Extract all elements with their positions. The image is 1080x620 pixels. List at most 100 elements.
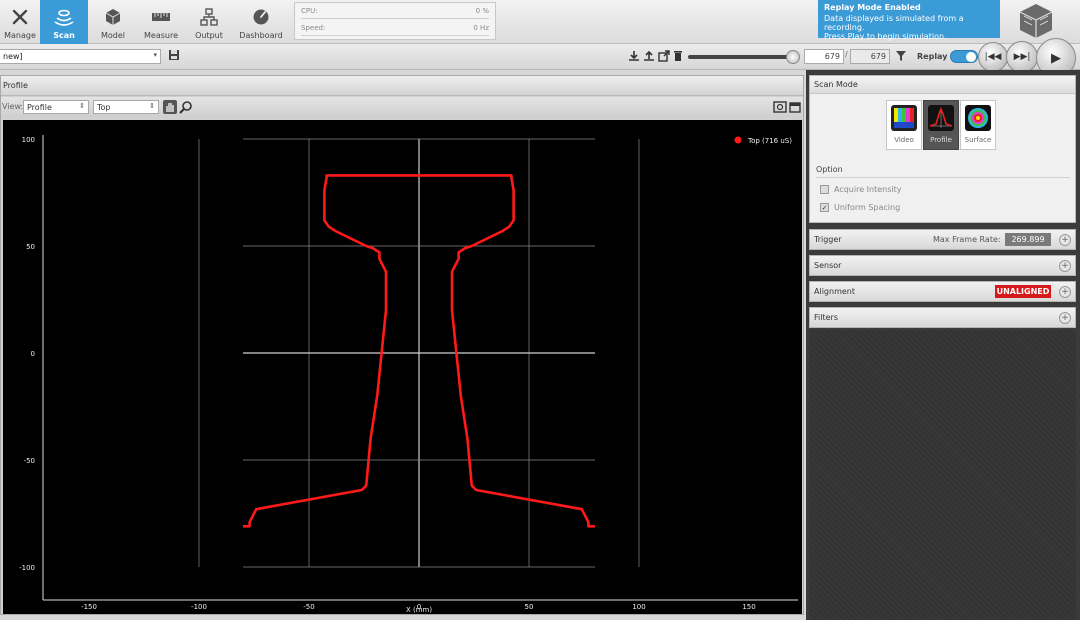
scan-mode-title: Scan Mode xyxy=(814,80,858,89)
surface-mode-icon xyxy=(965,105,991,131)
expand-icon[interactable]: + xyxy=(1059,260,1071,272)
replay-notice-line2: Press Play to begin simulation. xyxy=(824,32,947,41)
frame-slider[interactable] xyxy=(688,55,796,59)
filters-section[interactable]: Filters + xyxy=(809,307,1076,328)
acquire-intensity-label: Acquire Intensity xyxy=(834,185,902,194)
frame-separator: / xyxy=(845,50,848,59)
trigger-title: Trigger xyxy=(814,235,842,244)
alignment-status-badge: UNALIGNED xyxy=(995,285,1051,298)
scan-mode-header: Scan Mode xyxy=(810,76,1075,94)
frame-total: 679 xyxy=(850,49,890,64)
x-tick-label: 150 xyxy=(742,603,755,611)
nav-label: Dashboard xyxy=(239,31,283,40)
upload-icon[interactable] xyxy=(643,50,655,62)
delete-icon[interactable] xyxy=(672,50,684,62)
expand-icon[interactable]: + xyxy=(1059,312,1071,324)
view-label: View: xyxy=(2,102,24,111)
scan-icon xyxy=(53,7,75,27)
frame-current-input[interactable]: 679 xyxy=(804,49,844,64)
zoom-icon[interactable] xyxy=(179,100,193,114)
x-tick-label: 50 xyxy=(525,603,534,611)
nav-scan[interactable]: Scan xyxy=(40,0,88,44)
profile-panel-header: Profile xyxy=(1,76,803,96)
play-icon: ▶ xyxy=(1051,50,1061,66)
expand-icon[interactable]: + xyxy=(1059,286,1071,298)
y-tick-label: 0 xyxy=(31,350,35,358)
alignment-section[interactable]: Alignment UNALIGNED + xyxy=(809,281,1076,302)
replay-toggle[interactable] xyxy=(950,50,978,63)
x-tick-label: -100 xyxy=(191,603,207,611)
filters-title: Filters xyxy=(814,313,838,322)
scan-mode-section: Scan Mode Video Profile Surface Option A… xyxy=(809,75,1076,223)
filter-icon[interactable] xyxy=(895,50,907,62)
step-back-icon: |◀◀ xyxy=(984,52,1002,62)
nav-model[interactable]: Model xyxy=(90,0,136,44)
mode-surface-button[interactable]: Surface xyxy=(960,100,996,150)
max-frame-rate-label: Max Frame Rate: xyxy=(933,235,1001,244)
main-toolbar: Manage Scan Model Measure Output Dashboa… xyxy=(0,0,1080,44)
acquire-intensity-checkbox[interactable] xyxy=(820,185,829,194)
nav-label: Scan xyxy=(53,31,75,40)
y-tick-label: -50 xyxy=(24,457,35,465)
export-icon[interactable] xyxy=(658,50,670,62)
video-mode-icon xyxy=(891,105,917,131)
app-logo xyxy=(1014,2,1058,40)
step-back-button[interactable]: |◀◀ xyxy=(978,42,1008,72)
replay-notice-title: Replay Mode Enabled xyxy=(824,3,921,12)
dropdown-arrow-icon: ▾ xyxy=(153,51,157,59)
alignment-title: Alignment xyxy=(814,287,855,296)
select-arrows-icon: ⇕ xyxy=(79,102,85,110)
nav-manage[interactable]: Manage xyxy=(0,0,40,44)
mode-profile-button[interactable]: Profile xyxy=(923,100,959,150)
source-select[interactable]: Top ⇕ xyxy=(93,100,159,114)
uniform-spacing-option[interactable]: ✓ Uniform Spacing xyxy=(820,203,900,212)
nav-label: Measure xyxy=(144,31,178,40)
trigger-section[interactable]: Trigger Max Frame Rate: 269.899 + xyxy=(809,229,1076,250)
mode-surface-label: Surface xyxy=(964,136,992,144)
download-icon[interactable] xyxy=(628,50,640,62)
profile-panel: Profile View: Profile ⇕ Top ⇕ 100 50 0 -50 -… xyxy=(0,75,804,615)
x-axis-label: X (mm) xyxy=(406,606,432,614)
max-frame-rate-value: 269.899 xyxy=(1005,233,1051,246)
view-select-value: Profile xyxy=(27,103,52,112)
source-select-value: Top xyxy=(97,103,111,112)
x-tick-label: 100 xyxy=(632,603,645,611)
window-icon[interactable] xyxy=(789,100,801,114)
expand-icon[interactable]: + xyxy=(1059,234,1071,246)
pan-icon[interactable] xyxy=(163,100,177,114)
mode-video-button[interactable]: Video xyxy=(886,100,922,150)
profile-plot[interactable]: 100 50 0 -50 -100 -150 -100 -50 0 50 100 150 X (mm) T… xyxy=(3,120,802,614)
mode-video-label: Video xyxy=(894,136,914,144)
view-select[interactable]: Profile ⇕ xyxy=(23,100,89,114)
sensor-title: Sensor xyxy=(814,261,842,270)
gauge-icon xyxy=(250,7,272,27)
nav-measure[interactable]: Measure xyxy=(138,0,184,44)
toggle-knob xyxy=(966,52,976,62)
y-tick-label: 100 xyxy=(22,136,35,144)
profile-panel-title: Profile xyxy=(3,81,28,90)
y-tick-label: -100 xyxy=(19,564,35,572)
acquire-intensity-option[interactable]: Acquire Intensity xyxy=(820,185,902,194)
nav-label: Model xyxy=(100,31,126,40)
network-icon xyxy=(198,7,220,27)
nav-output[interactable]: Output xyxy=(186,0,232,44)
save-icon[interactable] xyxy=(168,49,182,63)
legend-marker xyxy=(734,136,742,144)
y-tick-label: 50 xyxy=(26,243,35,251)
speed-value: 0 Hz xyxy=(473,24,489,32)
mode-profile-label: Profile xyxy=(930,136,952,144)
replay-mode-notice: Replay Mode Enabled Data displayed is si… xyxy=(818,0,1000,41)
cpu-label: CPU: xyxy=(301,7,318,15)
nav-dashboard[interactable]: Dashboard xyxy=(234,0,288,44)
snapshot-icon[interactable] xyxy=(773,100,787,114)
wrench-icon xyxy=(9,7,31,27)
cube-icon xyxy=(102,7,124,27)
legend-label: Top (716 uS) xyxy=(747,137,792,145)
sensor-section[interactable]: Sensor + xyxy=(809,255,1076,276)
view-bar: View: Profile ⇕ Top ⇕ xyxy=(1,97,803,117)
step-forward-button[interactable]: ▶▶| xyxy=(1006,41,1038,73)
uniform-spacing-checkbox[interactable]: ✓ xyxy=(820,203,829,212)
job-select[interactable]: new] ▾ xyxy=(0,49,161,64)
frame-slider-handle[interactable] xyxy=(786,50,800,64)
cpu-value: 0 % xyxy=(475,7,489,15)
